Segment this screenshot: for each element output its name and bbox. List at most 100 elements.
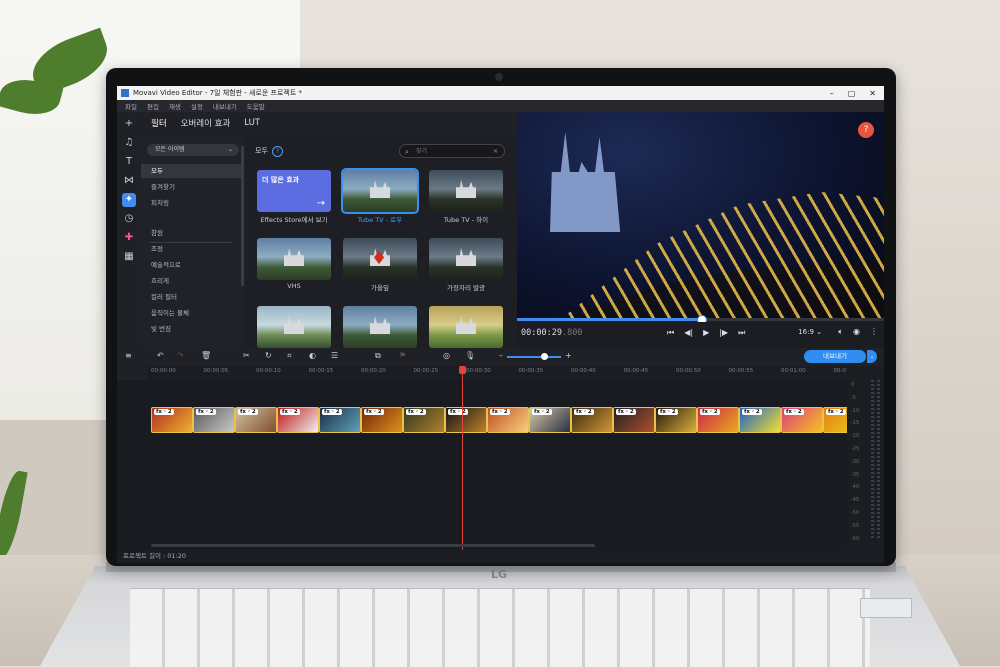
clip-properties-icon[interactable]: ☰ — [331, 351, 338, 360]
export-button[interactable]: 내보내기 — [804, 350, 866, 363]
zoom-knob[interactable] — [541, 353, 548, 360]
category-featured[interactable]: 피처링 — [141, 196, 243, 210]
video-track: fx · 2 fx · 2 fx · 2 fx · 2 fx · 2 fx · 2 fx ·… — [151, 407, 865, 433]
track-menu-icon[interactable]: ≡ — [125, 351, 132, 360]
menu-file[interactable]: 파일 — [125, 101, 137, 111]
video-clip[interactable]: fx · 2 — [655, 407, 697, 433]
overlay-icon[interactable]: ⧉ — [375, 351, 381, 361]
skip-start-icon[interactable]: ⏮ — [667, 328, 674, 338]
tool-column: + ♫ T ⋈ ✦ ◷ ✚ ▦ — [117, 112, 141, 348]
video-clip[interactable]: fx · 2 — [571, 407, 613, 433]
playback-progress[interactable] — [517, 315, 884, 325]
meter-scale-label: -50 — [851, 510, 860, 516]
effect-tile-vhs[interactable] — [257, 238, 331, 280]
undo-icon[interactable]: ↶ — [157, 351, 164, 360]
color-adjust-icon[interactable]: ◐ — [309, 351, 316, 360]
playhead-handle[interactable] — [459, 366, 466, 374]
titles-icon[interactable]: T — [122, 155, 136, 169]
skip-end-icon[interactable]: ⏭ — [738, 328, 745, 338]
music-icon[interactable]: ♫ — [122, 136, 136, 150]
video-clip[interactable]: fx · 2 — [361, 407, 403, 433]
redo-icon[interactable]: ↷ — [177, 351, 184, 360]
video-clip[interactable]: fx · 2 — [151, 407, 193, 433]
category-item[interactable]: 컬러 필터 — [141, 290, 243, 304]
effect-tile[interactable] — [343, 306, 417, 348]
menu-playback[interactable]: 재생 — [169, 101, 181, 111]
video-clip[interactable]: fx · 2 — [403, 407, 445, 433]
menu-edit[interactable]: 편집 — [147, 101, 159, 111]
more-options-icon[interactable]: ⋮ — [870, 327, 878, 337]
menu-export[interactable]: 내보내기 — [213, 101, 237, 111]
add-media-icon[interactable]: + — [122, 117, 136, 131]
effect-tile-tube-tv-low[interactable] — [341, 168, 419, 214]
video-clip[interactable]: fx · 2 — [781, 407, 823, 433]
video-clip[interactable]: fx · 2 — [235, 407, 277, 433]
clear-search-icon[interactable]: ✕ — [493, 145, 498, 159]
close-button[interactable]: ✕ — [869, 89, 876, 98]
tab-overlay-effects[interactable]: 오버레이 효과 — [181, 117, 231, 129]
menu-help[interactable]: 도움말 — [247, 101, 265, 111]
category-scrollbar[interactable] — [241, 146, 244, 286]
snapshot-icon[interactable]: ◉ — [853, 327, 860, 337]
marker-icon[interactable]: ⚑ — [399, 351, 406, 360]
tab-filters[interactable]: 필터 — [151, 117, 167, 129]
search-input[interactable]: ⌕ 찾기 ✕ — [399, 144, 505, 158]
video-clip[interactable]: fx · 2 — [277, 407, 319, 433]
video-clip[interactable]: fx · 2 — [529, 407, 571, 433]
crop-icon[interactable]: ⌗ — [287, 351, 292, 361]
microphone-icon[interactable]: 🎙︎ — [465, 351, 475, 360]
more-effects-tile[interactable]: 더 많은 효과 → — [257, 170, 331, 212]
transitions-icon[interactable]: ⋈ — [122, 174, 136, 188]
video-clip[interactable]: fx · 2 — [319, 407, 361, 433]
tab-lut[interactable]: LUT — [244, 118, 260, 128]
video-clip[interactable]: fx · 2 — [739, 407, 781, 433]
effect-tile-tube-tv-high[interactable] — [429, 170, 503, 212]
category-favorites[interactable]: 즐겨찾기 — [141, 180, 243, 194]
effect-tile-autumn-leaves[interactable]: ♦ — [343, 238, 417, 280]
effect-tile-edge-glow[interactable] — [429, 238, 503, 280]
effect-tile[interactable] — [429, 306, 503, 348]
help-button[interactable]: ? — [858, 122, 874, 138]
timeline-scrollbar[interactable] — [151, 544, 595, 547]
effect-tile[interactable] — [257, 306, 331, 348]
aspect-ratio-select[interactable]: 16:9 ⌄ — [798, 328, 822, 336]
volume-icon[interactable]: 🔈︎ — [838, 327, 843, 337]
video-preview[interactable]: ? — [517, 112, 884, 318]
time-ruler[interactable]: 00:00:00 00:00:05 00:00:10 00:00:15 00:00:20… — [147, 366, 858, 380]
video-clip[interactable]: fx · 2 — [193, 407, 235, 433]
video-clip[interactable]: fx · 2 — [487, 407, 529, 433]
category-dropdown[interactable]: 모든 아이템 ⌄ — [147, 144, 239, 156]
menu-settings[interactable]: 설정 — [191, 101, 203, 111]
fx-badge: fx · 2 — [826, 409, 846, 415]
timeline-tracks[interactable] — [117, 380, 847, 550]
filters-icon[interactable]: ✦ — [122, 193, 136, 207]
zoom-out-icon[interactable]: – — [499, 351, 503, 360]
minimize-button[interactable]: – — [830, 89, 834, 98]
export-options-icon[interactable]: ⌄ — [867, 350, 877, 363]
video-clip[interactable]: fx · 2 — [697, 407, 739, 433]
webcam-record-icon[interactable]: ◎ — [443, 351, 450, 360]
next-frame-icon[interactable]: |▶ — [719, 328, 728, 338]
category-item[interactable]: 빛 번짐 — [141, 322, 243, 336]
zoom-slider[interactable] — [507, 353, 561, 360]
clock-icon[interactable]: ◷ — [122, 212, 136, 226]
video-clip[interactable]: fx · 2 — [445, 407, 487, 433]
play-icon[interactable]: ▶ — [703, 328, 709, 338]
category-item[interactable]: 조정 — [141, 242, 243, 256]
category-item[interactable]: 움직이는 물체 — [141, 306, 243, 320]
cut-icon[interactable]: ✂ — [243, 351, 250, 360]
rotate-icon[interactable]: ↻ — [265, 351, 272, 360]
delete-icon[interactable]: 🗑︎ — [201, 351, 211, 360]
playhead[interactable] — [459, 366, 466, 550]
category-item[interactable]: 예술적으로 — [141, 258, 243, 272]
zoom-in-icon[interactable]: + — [565, 351, 572, 360]
video-clip[interactable]: fx · 2 — [613, 407, 655, 433]
sticker-icon[interactable]: ✚ — [122, 231, 136, 245]
category-item[interactable]: 참원 — [141, 226, 243, 240]
maximize-button[interactable]: ▢ — [848, 89, 856, 98]
category-all[interactable]: 모두 — [141, 164, 243, 178]
prev-frame-icon[interactable]: ◀| — [684, 328, 693, 338]
category-item[interactable]: 흐리게 — [141, 274, 243, 288]
help-icon[interactable]: ? — [271, 146, 283, 157]
more-tools-icon[interactable]: ▦ — [122, 250, 136, 264]
